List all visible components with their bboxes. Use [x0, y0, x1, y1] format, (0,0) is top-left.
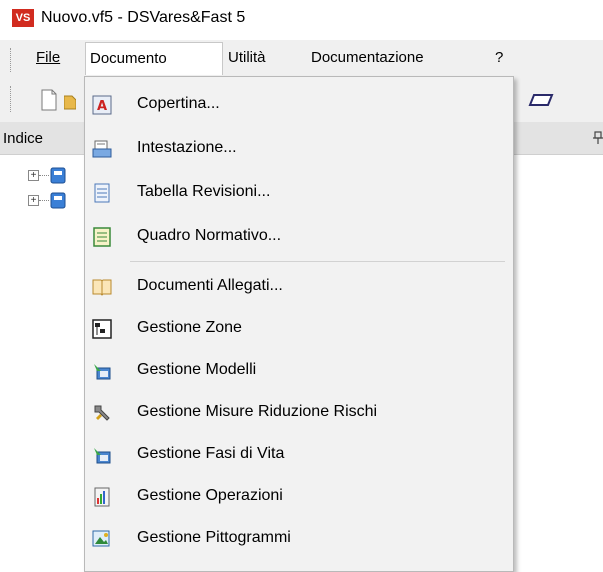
documento-dropdown: A Copertina... Intestazione... Tabella R…: [84, 76, 514, 572]
menu-item-label: Intestazione...: [137, 139, 237, 156]
attachments-icon: [92, 279, 112, 296]
tree-connector: [39, 200, 49, 201]
app-logo: VS: [12, 9, 34, 27]
menu-help-label: ?: [495, 49, 504, 66]
menu-item-label: Gestione Operazioni: [137, 487, 283, 504]
menu-item-label: Gestione Fasi di Vita: [137, 445, 285, 462]
panel-title: Indice: [3, 130, 44, 147]
menu-item-gestione-operazioni[interactable]: Gestione Operazioni: [85, 477, 513, 517]
menu-item-copertina[interactable]: A Copertina...: [85, 85, 513, 125]
menu-item-label: Gestione Modelli: [137, 361, 257, 378]
zones-icon: [92, 319, 112, 339]
menu-item-tabella-revisioni[interactable]: Tabella Revisioni...: [85, 173, 513, 213]
pin-icon[interactable]: [593, 131, 603, 145]
menu-item-quadro-normativo[interactable]: Quadro Normativo...: [85, 217, 513, 257]
menu-utilita-label: Utilità: [228, 49, 266, 66]
title-bar: VS Nuovo.vf5 - DSVares&Fast 5: [0, 0, 603, 40]
tree-connector: [39, 175, 49, 176]
svg-text:A: A: [97, 99, 107, 114]
menu-item-documenti-allegati[interactable]: Documenti Allegati...: [85, 267, 513, 307]
menu-documento-label: Documento: [90, 50, 167, 67]
cover-icon: A: [92, 95, 112, 115]
tree-node[interactable]: +: [28, 166, 72, 186]
menu-item-gestione-modelli[interactable]: Gestione Modelli: [85, 351, 513, 391]
menu-item-gestione-fasi[interactable]: Gestione Fasi di Vita: [85, 435, 513, 475]
menu-documentazione[interactable]: Documentazione: [307, 42, 428, 74]
menu-utilita[interactable]: Utilità: [224, 42, 270, 74]
menu-help[interactable]: ?: [491, 42, 507, 74]
menubar-grip-icon[interactable]: [10, 48, 14, 72]
menu-item-label: Quadro Normativo...: [137, 227, 282, 244]
models-icon: [94, 364, 111, 380]
expand-icon[interactable]: +: [28, 170, 39, 181]
revision-table-icon: [94, 183, 110, 203]
folder-node-icon: [50, 192, 66, 209]
operations-icon: [94, 487, 110, 507]
life-phases-icon: [94, 448, 111, 464]
menu-documentazione-label: Documentazione: [311, 49, 424, 66]
open-folder-icon[interactable]: [64, 89, 76, 111]
menu-item-gestione-zone[interactable]: Gestione Zone: [85, 309, 513, 349]
menu-item-label: Tabella Revisioni...: [137, 183, 271, 200]
menu-documento[interactable]: Documento: [85, 42, 223, 75]
window-title: Nuovo.vf5 - DSVares&Fast 5: [41, 9, 246, 26]
new-document-icon[interactable]: [40, 89, 58, 111]
menu-file-label: File: [36, 49, 61, 66]
risk-reduction-icon: [94, 405, 110, 421]
eraser-icon[interactable]: [528, 89, 554, 111]
menu-item-label: Gestione Zone: [137, 319, 242, 336]
regulatory-icon: [93, 227, 111, 247]
menu-separator: [130, 261, 505, 262]
menu-item-label: Gestione Misure Riduzione Rischi: [137, 403, 378, 420]
menu-file[interactable]: File: [32, 42, 64, 74]
menu-item-label: Gestione Pittogrammi: [137, 529, 291, 546]
menu-item-gestione-misure[interactable]: Gestione Misure Riduzione Rischi: [85, 393, 513, 433]
expand-icon[interactable]: +: [28, 195, 39, 206]
menu-item-label: Documenti Allegati...: [137, 277, 283, 294]
menu-item-intestazione[interactable]: Intestazione...: [85, 129, 513, 169]
pictograms-icon: [92, 530, 110, 547]
header-icon: [92, 140, 112, 158]
menu-item-label: Copertina...: [137, 95, 220, 112]
folder-node-icon: [50, 167, 66, 184]
toolbar-grip-icon[interactable]: [10, 86, 14, 112]
tree-node[interactable]: +: [28, 191, 72, 211]
menu-item-gestione-pittogrammi[interactable]: Gestione Pittogrammi: [85, 519, 513, 559]
